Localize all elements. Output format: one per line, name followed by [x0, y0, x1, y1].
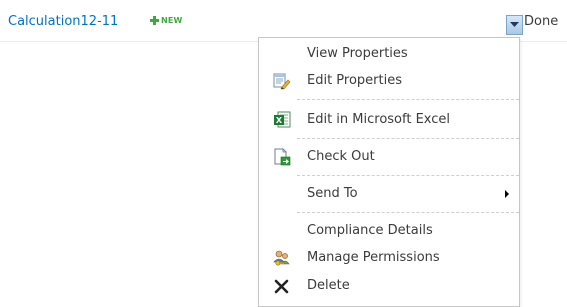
menu-separator — [297, 99, 519, 100]
new-badge-text: NEW — [161, 15, 183, 25]
menu-item-view-properties[interactable]: View Properties — [259, 42, 519, 66]
menu-item-send-to[interactable]: Send To — [259, 182, 519, 206]
new-badge: NEW — [150, 15, 183, 25]
menu-separator — [297, 212, 519, 213]
menu-item-label: Edit Properties — [307, 73, 403, 88]
menu-separator — [297, 175, 519, 176]
menu-item-check-out[interactable]: Check Out — [259, 145, 519, 169]
manage-permissions-icon — [273, 249, 291, 267]
new-plus-icon — [150, 15, 159, 25]
menu-item-label: View Properties — [307, 46, 408, 61]
chevron-down-icon — [510, 22, 519, 27]
delete-icon — [273, 277, 291, 295]
item-menu-dropdown-button[interactable] — [506, 15, 523, 35]
edit-properties-icon — [273, 72, 291, 90]
menu-item-label: Send To — [307, 186, 358, 201]
menu-item-delete[interactable]: Delete — [259, 274, 519, 298]
menu-item-compliance-details[interactable]: Compliance Details — [259, 219, 519, 243]
menu-item-edit-properties[interactable]: Edit Properties — [259, 69, 519, 93]
item-title-link[interactable]: Calculation12-11 — [8, 14, 118, 29]
menu-separator — [297, 138, 519, 139]
excel-icon: X — [273, 111, 291, 129]
menu-item-label: Delete — [307, 278, 350, 293]
menu-item-manage-permissions[interactable]: Manage Permissions — [259, 246, 519, 270]
svg-text:X: X — [276, 116, 283, 125]
menu-item-edit-in-excel[interactable]: X Edit in Microsoft Excel — [259, 108, 519, 132]
submenu-arrow-icon — [505, 190, 509, 198]
menu-item-label: Check Out — [307, 149, 375, 164]
check-out-icon — [273, 148, 291, 166]
item-context-menu: View Properties Edit Properties X Edit i… — [258, 37, 520, 307]
done-status: Done — [524, 14, 559, 29]
menu-item-label: Manage Permissions — [307, 250, 440, 265]
menu-item-label: Edit in Microsoft Excel — [307, 112, 451, 127]
menu-item-label: Compliance Details — [307, 223, 433, 238]
